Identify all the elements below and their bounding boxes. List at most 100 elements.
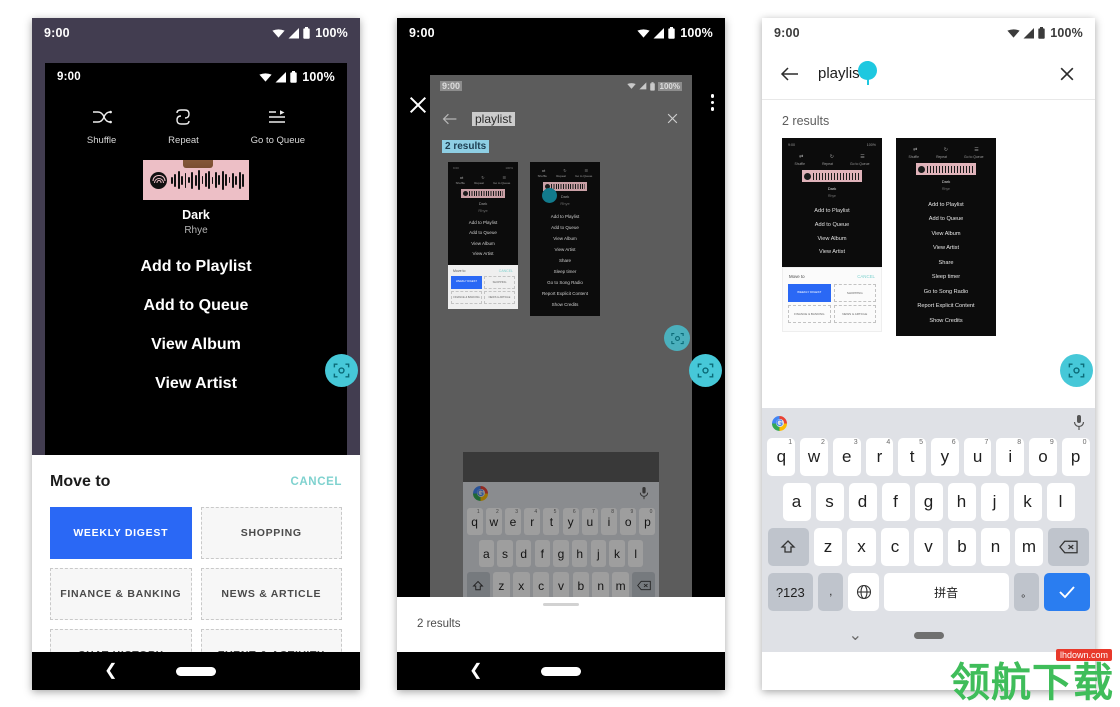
- key-i[interactable]: 8i: [996, 438, 1025, 476]
- key-u[interactable]: 7u: [581, 508, 598, 535]
- menu-item-add-to-playlist[interactable]: Add to Playlist: [140, 258, 251, 276]
- key-g[interactable]: g: [914, 483, 943, 521]
- go-to-queue-button[interactable]: Go to Queue: [251, 105, 305, 146]
- key-r[interactable]: 4r: [524, 508, 541, 535]
- key-h[interactable]: h: [947, 483, 976, 521]
- key-s[interactable]: s: [497, 540, 513, 567]
- key-v[interactable]: v: [552, 572, 570, 599]
- close-icon[interactable]: [407, 94, 429, 116]
- key-g[interactable]: g: [553, 540, 569, 567]
- more-vertical-icon[interactable]: [710, 94, 714, 111]
- key-i[interactable]: 8i: [601, 508, 618, 535]
- clear-search-icon[interactable]: [665, 111, 680, 126]
- result-card-a[interactable]: 9:00 100% ⇄ ↻ ☰ Shuffle Repeat Go to Que…: [448, 162, 518, 316]
- key-n[interactable]: n: [981, 528, 1010, 566]
- key-y[interactable]: 6y: [931, 438, 959, 476]
- chip-chat-history[interactable]: CHAT HISTORY: [50, 629, 192, 652]
- home-pill-icon[interactable]: [176, 666, 216, 676]
- scan-fab-button[interactable]: [1060, 354, 1093, 387]
- key-z[interactable]: z: [493, 572, 510, 599]
- google-logo-icon[interactable]: [772, 415, 787, 431]
- text-selection-handle[interactable]: [858, 61, 877, 80]
- key-x[interactable]: x: [512, 572, 530, 599]
- emoji-comma-key[interactable]: ,: [818, 573, 844, 611]
- space-key[interactable]: 拼音: [883, 573, 1009, 611]
- home-pill-icon[interactable]: [913, 631, 944, 639]
- key-j[interactable]: j: [980, 483, 1009, 521]
- key-m[interactable]: m: [1014, 528, 1044, 566]
- repeat-button[interactable]: Repeat: [168, 105, 199, 146]
- key-e[interactable]: 3e: [832, 438, 861, 476]
- scan-fab-button[interactable]: [325, 354, 358, 387]
- key-h[interactable]: h: [571, 540, 588, 567]
- key-b[interactable]: b: [947, 528, 977, 566]
- key-m[interactable]: m: [612, 572, 629, 599]
- key-s[interactable]: s: [815, 483, 844, 521]
- key-l[interactable]: l: [1046, 483, 1075, 521]
- microphone-icon[interactable]: [639, 486, 649, 500]
- back-arrow-icon[interactable]: [442, 112, 458, 126]
- enter-key[interactable]: [1043, 573, 1090, 611]
- key-y[interactable]: 6y: [562, 508, 579, 535]
- menu-item-view-album[interactable]: View Album: [151, 336, 241, 354]
- back-arrow-icon[interactable]: [780, 66, 800, 82]
- key-a[interactable]: a: [782, 483, 811, 521]
- key-a[interactable]: a: [478, 540, 495, 567]
- backspace-key[interactable]: [1048, 528, 1090, 566]
- result-card-a[interactable]: 9:00 100% ⇄ ↻ ☰ Shuffle Repeat Go to Que…: [782, 138, 882, 336]
- key-x[interactable]: x: [847, 528, 876, 566]
- key-c[interactable]: c: [880, 528, 910, 566]
- language-key[interactable]: [848, 573, 879, 611]
- text-selection-handle[interactable]: [542, 188, 557, 203]
- key-d[interactable]: d: [515, 540, 532, 567]
- chip-news-article[interactable]: NEWS & ARTICLE: [200, 568, 342, 620]
- inner-scan-fab-button[interactable]: [664, 325, 690, 351]
- key-o[interactable]: 9o: [1029, 438, 1057, 476]
- back-chevron-icon[interactable]: ❮: [104, 663, 117, 679]
- key-z[interactable]: z: [813, 528, 843, 566]
- shift-key[interactable]: [767, 528, 809, 566]
- shift-key[interactable]: [466, 572, 490, 599]
- chip-finance-banking[interactable]: FINANCE & BANKING: [50, 568, 192, 620]
- chevron-down-icon[interactable]: ⌄: [849, 625, 862, 645]
- search-input[interactable]: playlist: [818, 61, 869, 85]
- key-e[interactable]: 3e: [504, 508, 521, 535]
- chip-shopping[interactable]: SHOPPING: [200, 507, 342, 559]
- key-r[interactable]: 4r: [865, 438, 894, 476]
- key-t[interactable]: 5t: [898, 438, 926, 476]
- key-j[interactable]: j: [590, 540, 607, 567]
- result-card-b[interactable]: ⇄ ↻ ☰ Shuffle Repeat Go to Queue Dark Rh…: [530, 162, 600, 317]
- key-p[interactable]: 0p: [639, 508, 656, 535]
- shuffle-button[interactable]: Shuffle: [87, 105, 116, 146]
- key-l[interactable]: l: [627, 540, 644, 567]
- key-k[interactable]: k: [1013, 483, 1042, 521]
- key-w[interactable]: 2w: [485, 508, 502, 535]
- key-p[interactable]: 0p: [1061, 438, 1090, 476]
- back-chevron-icon[interactable]: ❮: [469, 663, 482, 679]
- key-b[interactable]: b: [572, 572, 590, 599]
- scan-fab-button[interactable]: [689, 354, 722, 387]
- cancel-button[interactable]: CANCEL: [290, 476, 342, 488]
- chip-weekly-digest[interactable]: WEEKLY DIGEST: [50, 507, 192, 559]
- key-f[interactable]: f: [534, 540, 551, 567]
- symbols-key[interactable]: ?123: [767, 573, 814, 611]
- microphone-icon[interactable]: [1073, 415, 1085, 431]
- result-card-b[interactable]: ⇄ ↻ ☰ Shuffle Repeat Go to Queue Dark Rh…: [896, 138, 996, 337]
- key-o[interactable]: 9o: [620, 508, 637, 535]
- key-c[interactable]: c: [532, 572, 550, 599]
- key-w[interactable]: 2w: [800, 438, 828, 476]
- key-f[interactable]: f: [881, 483, 910, 521]
- key-d[interactable]: d: [848, 483, 877, 521]
- backspace-key[interactable]: [632, 572, 656, 599]
- chip-event-activity[interactable]: EVENT & ACTIVITY: [200, 629, 342, 652]
- key-q[interactable]: 1q: [466, 508, 483, 535]
- menu-item-add-to-queue[interactable]: Add to Queue: [144, 297, 249, 315]
- key-q[interactable]: 1q: [767, 438, 796, 476]
- key-u[interactable]: 7u: [963, 438, 992, 476]
- search-query-text[interactable]: playlist: [472, 111, 515, 126]
- home-pill-icon[interactable]: [541, 666, 581, 676]
- clear-search-icon[interactable]: [1057, 64, 1077, 84]
- menu-item-view-artist[interactable]: View Artist: [155, 375, 237, 393]
- key-n[interactable]: n: [592, 572, 610, 599]
- key-v[interactable]: v: [914, 528, 943, 566]
